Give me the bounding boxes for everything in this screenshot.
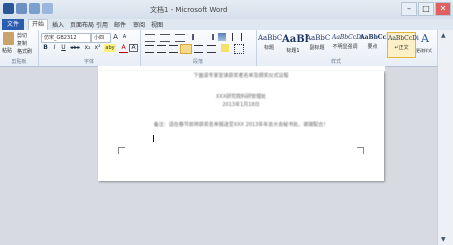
styles-group: AaBbC 标题 AaBl 标题1 AaBbC 副标题 AaBbCcDi 不明显… bbox=[256, 30, 419, 66]
clipboard-group: 粘贴 剪切 复制 格式刷 剪贴板 bbox=[0, 30, 39, 66]
margin-corner-mark bbox=[118, 147, 125, 154]
ribbon-tabs: 文件 开始 插入 页面布局 引用 邮件 审阅 视图 bbox=[0, 19, 453, 31]
char-border-button[interactable]: A bbox=[129, 44, 138, 52]
font-size-combo[interactable]: 小四 bbox=[91, 33, 111, 43]
ribbon: 粘贴 剪切 复制 格式刷 剪贴板 仿宋_GB2312 小四 A A B I U … bbox=[0, 30, 453, 67]
text-cursor bbox=[153, 135, 154, 142]
style-name: 标题 bbox=[263, 45, 274, 51]
style-name: 副标题 bbox=[309, 45, 325, 51]
clipboard-group-label: 剪贴板 bbox=[11, 59, 27, 65]
bullets-icon[interactable] bbox=[145, 34, 155, 42]
increase-indent-icon[interactable] bbox=[204, 34, 214, 40]
style-preview: AaBbC bbox=[306, 34, 331, 42]
close-button[interactable]: ✕ bbox=[435, 2, 451, 16]
change-styles-icon[interactable]: A bbox=[421, 33, 432, 44]
change-styles-button[interactable]: 更改样式 bbox=[416, 48, 432, 54]
style-normal[interactable]: AaBbCcDi ↵正文 bbox=[387, 32, 419, 58]
multilevel-list-icon[interactable] bbox=[175, 34, 185, 42]
tab-mailings[interactable]: 邮件 bbox=[114, 20, 126, 29]
tab-page-layout[interactable]: 页面布局 bbox=[70, 20, 94, 29]
highlight-button[interactable]: aby bbox=[104, 44, 116, 52]
vertical-scrollbar[interactable]: ▲ ▼ bbox=[437, 30, 453, 245]
numbering-icon[interactable] bbox=[160, 34, 170, 42]
cut-button[interactable]: 剪切 bbox=[17, 32, 27, 39]
redo-icon[interactable] bbox=[42, 3, 53, 14]
align-center-icon[interactable] bbox=[157, 45, 166, 53]
window-controls: – □ ✕ bbox=[401, 2, 451, 16]
justify-icon[interactable] bbox=[180, 44, 192, 54]
align-right-icon[interactable] bbox=[169, 45, 178, 53]
style-name: 要点 bbox=[367, 44, 378, 50]
scroll-down-icon[interactable]: ▼ bbox=[441, 236, 446, 243]
document-line: XXX研究院科研管理处 bbox=[215, 94, 267, 100]
strikethrough-button[interactable]: abe bbox=[69, 44, 81, 52]
document-canvas: 下面请专家宣读获奖者名单及颁奖仪式议程 XXX研究院科研管理处 2013年1月1… bbox=[0, 71, 453, 245]
superscript-button[interactable]: x² bbox=[93, 44, 102, 52]
style-subtle-emphasis[interactable]: AaBbCcDi 不明显强调 bbox=[332, 32, 363, 56]
window-title: 文档1 - Microsoft Word bbox=[150, 6, 228, 14]
style-title[interactable]: AaBbC 标题 bbox=[258, 32, 283, 56]
style-heading1[interactable]: AaBl 标题1 bbox=[282, 32, 309, 56]
document-line: 备注：请在春节前将获奖名单报送至XXX 2013年年会大会秘书处，谢谢配合！ bbox=[153, 122, 329, 128]
word-logo-icon bbox=[3, 3, 14, 14]
style-subtitle[interactable]: AaBbC 副标题 bbox=[306, 32, 331, 56]
sort-icon[interactable] bbox=[218, 33, 226, 41]
tab-insert[interactable]: 插入 bbox=[52, 20, 64, 29]
style-preview: AaBbCcD bbox=[360, 34, 392, 41]
font-group-label: 字体 bbox=[83, 59, 94, 65]
styles-group-label: 样式 bbox=[330, 59, 341, 65]
change-styles-group: A 更改样式 bbox=[416, 30, 437, 66]
document-line: 下面请专家宣读获奖者名单及颁奖仪式议程 bbox=[193, 73, 289, 79]
minimize-button[interactable]: – bbox=[401, 2, 417, 16]
tab-file[interactable]: 文件 bbox=[2, 19, 24, 30]
document-line: 2013年1月18日 bbox=[222, 102, 260, 108]
margin-corner-mark bbox=[357, 147, 364, 154]
decrease-indent-icon[interactable] bbox=[192, 34, 202, 40]
font-name-combo[interactable]: 仿宋_GB2312 bbox=[41, 33, 91, 43]
tab-review[interactable]: 审阅 bbox=[133, 20, 145, 29]
underline-button[interactable]: U bbox=[59, 44, 68, 52]
undo-icon[interactable] bbox=[29, 3, 40, 14]
format-painter-button[interactable]: 格式刷 bbox=[17, 48, 32, 55]
paste-button[interactable]: 粘贴 bbox=[2, 47, 12, 54]
line-spacing-icon[interactable] bbox=[207, 45, 216, 53]
document-page[interactable]: 下面请专家宣读获奖者名单及颁奖仪式议程 XXX研究院科研管理处 2013年1月1… bbox=[98, 71, 384, 181]
paste-icon[interactable] bbox=[3, 32, 14, 45]
copy-button[interactable]: 复制 bbox=[17, 40, 27, 47]
style-name: ↵正文 bbox=[394, 45, 409, 51]
style-preview: AaBl bbox=[282, 34, 309, 45]
font-group: 仿宋_GB2312 小四 A A B I U abe x₂ x² aby A A… bbox=[38, 30, 141, 66]
style-preview: AaBbCcDi bbox=[332, 34, 363, 41]
align-left-icon[interactable] bbox=[145, 45, 154, 53]
tab-view[interactable]: 视图 bbox=[151, 20, 163, 29]
font-color-button[interactable]: A bbox=[119, 44, 128, 53]
save-icon[interactable] bbox=[16, 3, 27, 14]
style-preview: AaBbCcDi bbox=[388, 35, 419, 42]
bold-button[interactable]: B bbox=[41, 44, 50, 52]
quick-access-toolbar bbox=[3, 3, 53, 14]
style-name: 标题1 bbox=[286, 48, 300, 54]
style-preview: AaBbC bbox=[258, 34, 283, 42]
maximize-button[interactable]: □ bbox=[418, 2, 434, 16]
paragraph-group-label: 段落 bbox=[192, 59, 203, 65]
paragraph-group: 段落 bbox=[140, 30, 257, 66]
title-bar: 文档1 - Microsoft Word – □ ✕ bbox=[0, 0, 453, 19]
style-strong[interactable]: AaBbCcD 要点 bbox=[360, 32, 392, 56]
distributed-icon[interactable] bbox=[194, 45, 203, 53]
grow-font-button[interactable]: A bbox=[111, 33, 120, 41]
subscript-button[interactable]: x₂ bbox=[83, 44, 92, 52]
scroll-up-icon[interactable]: ▲ bbox=[441, 32, 446, 39]
italic-button[interactable]: I bbox=[50, 44, 59, 52]
borders-icon[interactable] bbox=[234, 44, 244, 54]
shading-icon[interactable] bbox=[221, 44, 229, 52]
style-name: 不明显强调 bbox=[332, 44, 358, 50]
tab-references[interactable]: 引用 bbox=[96, 20, 108, 29]
shrink-font-button[interactable]: A bbox=[120, 33, 129, 41]
show-marks-icon[interactable] bbox=[232, 33, 242, 41]
